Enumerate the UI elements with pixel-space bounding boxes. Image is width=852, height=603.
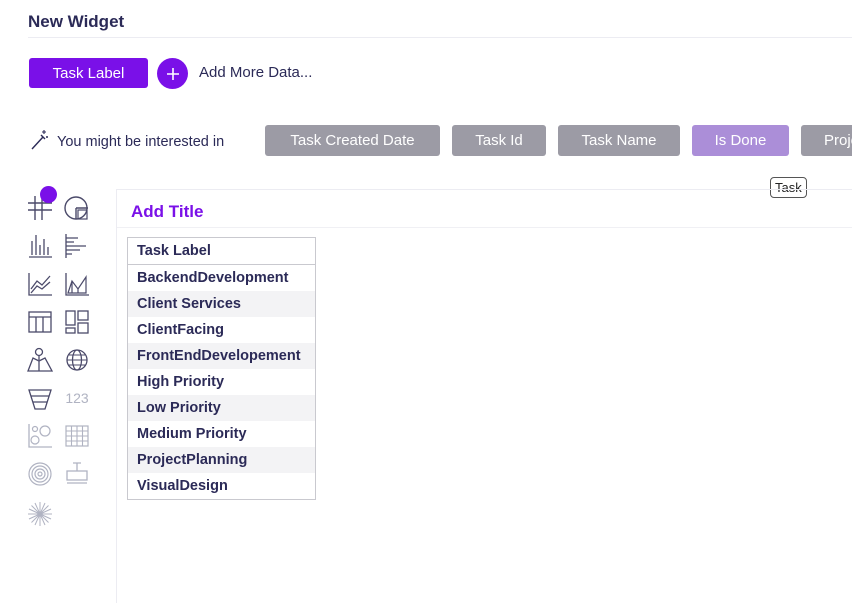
selected-badge [40,186,57,203]
table-row: ClientFacing [128,317,316,343]
table-cell: Low Priority [127,395,316,421]
suggestion-chip-is-done[interactable]: Is Done [692,125,789,156]
header-divider [28,37,852,38]
table-row: ProjectPlanning [127,447,316,473]
pie-chart-icon[interactable] [62,193,92,223]
table-row: Medium Priority [128,421,316,447]
burst-chart-icon[interactable] [25,499,55,529]
suggestion-chip-task-name[interactable]: Task Name [558,125,680,156]
table-cell: FrontEndDevelopement [127,343,316,369]
suggestion-chip-project[interactable]: Project [801,125,852,156]
widget-title[interactable]: Add Title [131,202,203,222]
table-row: High Priority [128,369,316,395]
table-icon[interactable] [25,307,55,337]
table-header-cell[interactable]: Task Label [127,237,316,265]
table-row: Low Priority [127,395,316,421]
table-row: VisualDesign [128,473,316,500]
table-cell: VisualDesign [137,478,228,494]
suggestion-chips: Task Created Date Task Id Task Name Is D… [265,125,852,156]
add-more-data-link[interactable]: Add More Data... [199,64,312,81]
table-cell: ClientFacing [137,322,225,338]
plus-icon [166,67,179,80]
table-cell: Medium Priority [137,426,247,442]
widget-canvas: Add Title Task Label BackendDevelopment … [116,189,852,603]
radial-chart-icon[interactable] [25,459,55,489]
data-table: Task Label BackendDevelopment Client Ser… [127,237,316,500]
layout-icon[interactable] [62,307,92,337]
table-cell: Client Services [127,291,316,317]
selected-field-chip[interactable]: Task Label [29,58,148,88]
table-header-row: Task Label [127,237,316,265]
box-plot-icon[interactable] [62,459,92,489]
line-chart-icon[interactable] [25,269,55,299]
add-data-button[interactable] [157,58,188,89]
globe-icon[interactable] [62,345,92,375]
page-title: New Widget [28,12,125,31]
table-row: FrontEndDevelopement [127,343,316,369]
magic-wand-icon [31,130,48,150]
funnel-icon[interactable] [25,383,55,413]
bubble-chart-icon[interactable] [25,421,55,451]
widget-title-divider [117,227,852,228]
table-cell: High Priority [137,374,225,390]
table-cell: ProjectPlanning [127,447,316,473]
map-icon[interactable] [25,345,55,375]
table-row: BackendDevelopment [128,265,316,292]
heatmap-icon[interactable] [62,421,92,451]
number-icon[interactable]: 123 [62,383,92,413]
suggestions-label: You might be interested in [57,134,225,150]
table-cell: BackendDevelopment [137,270,289,286]
grid-table-icon[interactable] [25,186,57,223]
suggestion-chip-task-id[interactable]: Task Id [452,125,546,156]
table-row: Client Services [127,291,316,317]
horizontal-bar-chart-icon[interactable] [62,231,92,261]
bar-chart-icon[interactable] [25,231,55,261]
number-icon-label: 123 [65,390,89,406]
suggestion-chip-task-created-date[interactable]: Task Created Date [265,125,440,156]
area-chart-icon[interactable] [62,269,92,299]
